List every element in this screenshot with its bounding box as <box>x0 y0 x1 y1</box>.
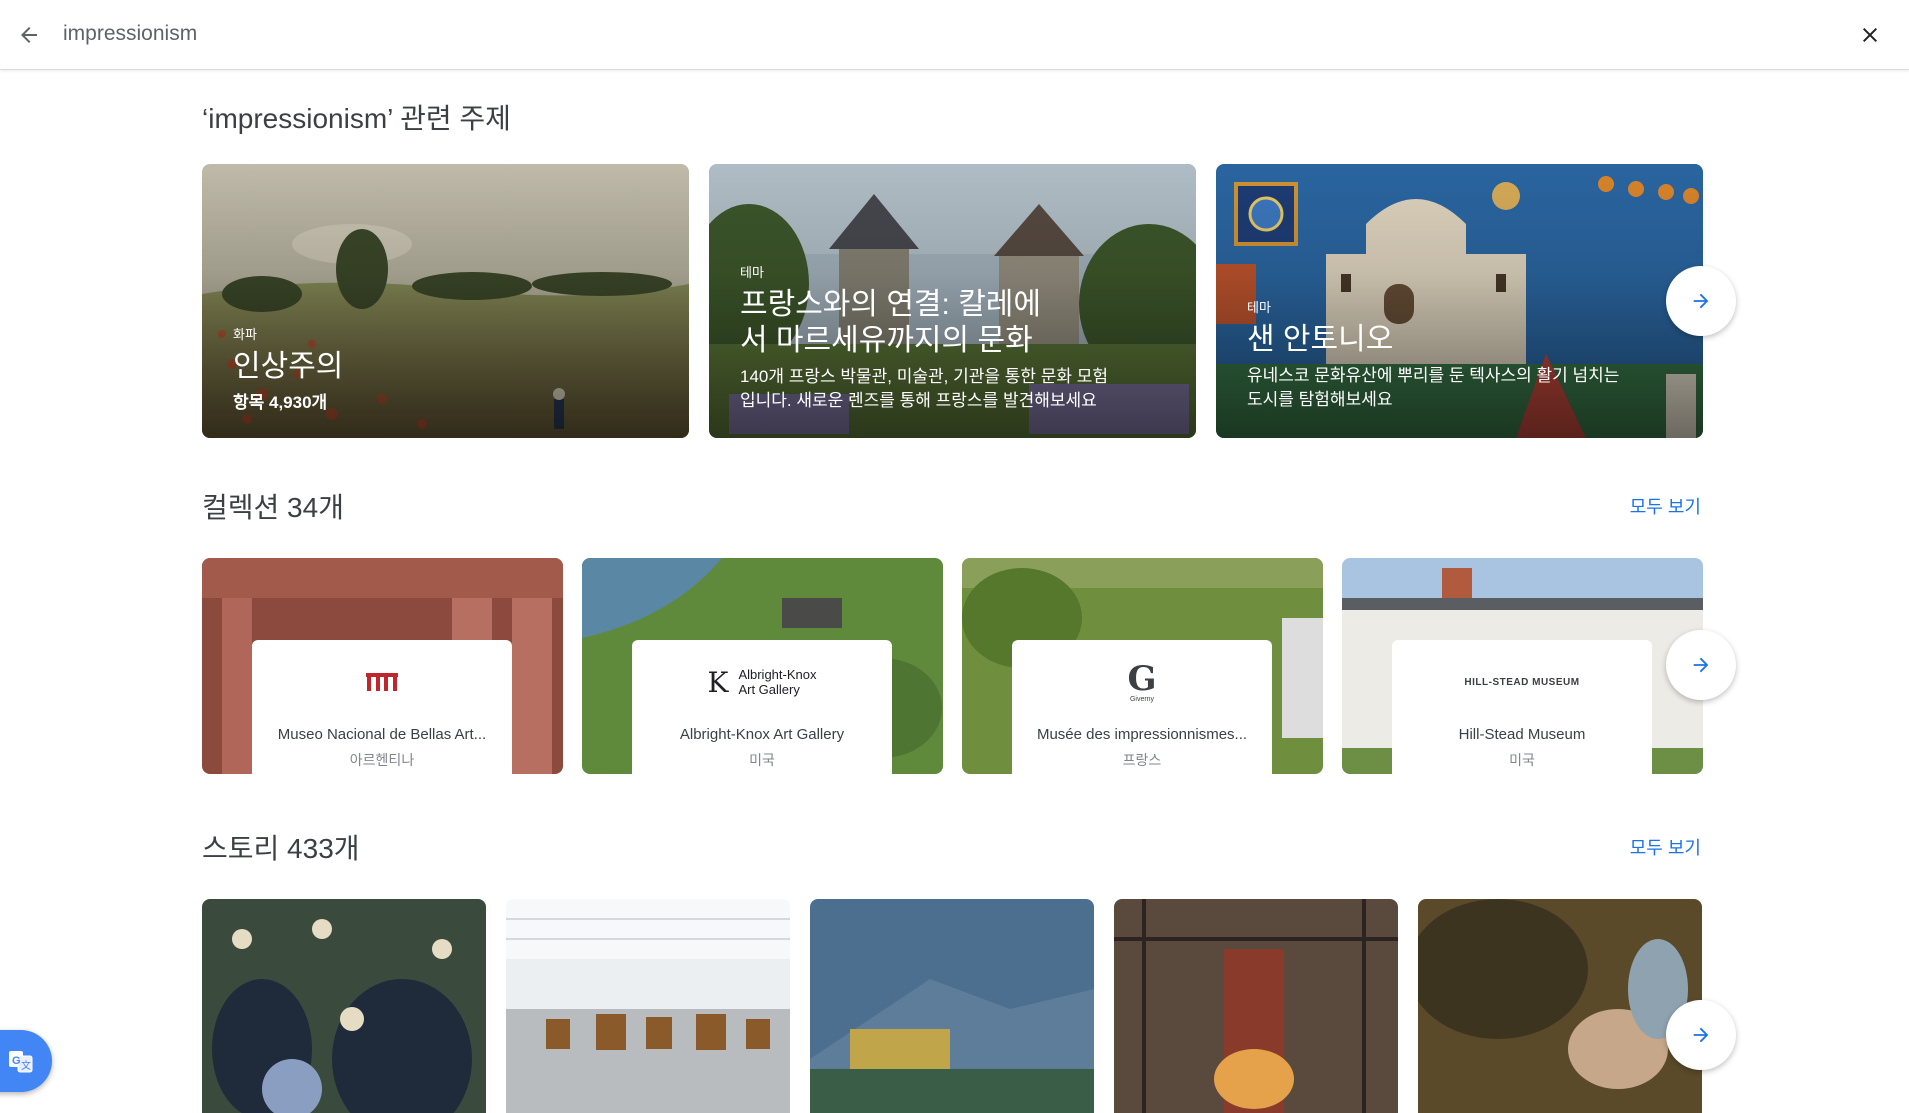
close-button[interactable] <box>1851 16 1889 54</box>
story-image <box>202 899 486 1113</box>
collection-name: Musée des impressionnismes... <box>1036 726 1248 743</box>
arrow-forward-icon <box>1693 657 1709 673</box>
topic-title-line-1: 프랑스와의 연결: 칼레에 <box>740 288 1042 321</box>
story-image <box>1114 899 1398 1113</box>
collection-name: Albright-Knox Art Gallery <box>679 726 845 743</box>
topic-title-line-2: 서 마르세유까지의 문화 <box>740 324 1033 357</box>
story-image <box>506 899 790 1113</box>
topic-description-line-2: 입니다. 새로운 렌즈를 통해 프랑스를 발견해보세요 <box>740 391 1097 410</box>
back-button[interactable] <box>12 18 46 52</box>
topic-description-line-1: 유네스코 문화유산에 뿌리를 둔 텍사스의 활기 넘치는 <box>1247 366 1620 385</box>
story-card[interactable] <box>202 899 486 1113</box>
topic-kicker: 화파 <box>233 327 257 342</box>
collection-name: Museo Nacional de Bellas Art... <box>277 726 487 743</box>
topics-next-button[interactable] <box>1666 266 1736 336</box>
translate-button[interactable]: G 文 <box>0 1030 52 1092</box>
story-image <box>810 899 1094 1113</box>
topic-description-line-1: 140개 프랑스 박물관, 미술관, 기관을 통한 문화 모험 <box>740 367 1109 386</box>
arrow-forward-icon <box>1693 293 1709 309</box>
arrow-forward-icon <box>1693 1027 1709 1043</box>
collections-next-button[interactable] <box>1666 630 1736 700</box>
collection-card-albright-knox[interactable]: K Albright-Knox Art Gallery Albright-Kno… <box>582 558 943 774</box>
svg-text:G: G <box>12 1055 21 1067</box>
collection-country: 미국 <box>1509 752 1535 768</box>
search-query[interactable]: impressionism <box>63 22 197 46</box>
collection-country: 아르헨티나 <box>349 752 415 768</box>
collection-info-panel: G Giverny Musée des impressionnismes... … <box>1012 640 1272 774</box>
collection-info-panel: K Albright-Knox Art Gallery Albright-Kno… <box>632 640 892 774</box>
story-card[interactable] <box>506 899 790 1113</box>
story-card[interactable] <box>810 899 1094 1113</box>
close-icon <box>1863 28 1877 42</box>
museum-logo-icon: HILL-STEAD MUSEUM <box>1464 676 1580 688</box>
story-card[interactable] <box>1418 899 1702 1113</box>
collection-card-musee-impressionnismes[interactable]: G Giverny Musée des impressionnismes... … <box>962 558 1323 774</box>
topic-card-text: 테마 샌 안토니오 유네스코 문화유산에 뿌리를 둔 텍사스의 활기 넘치는 도… <box>1247 297 1679 412</box>
svg-text:文: 文 <box>21 1059 31 1072</box>
topic-kicker: 테마 <box>1247 300 1271 315</box>
topic-card-text: 테마 프랑스와의 연결: 칼레에 서 마르세유까지의 문화 140개 프랑스 박… <box>740 262 1172 413</box>
museum-logo-icon <box>252 660 512 704</box>
collection-card-hill-stead[interactable]: HILL-STEAD MUSEUM Hill-Stead Museum 미국 <box>1342 558 1703 774</box>
arrow-back-icon <box>21 27 37 43</box>
collections-section-title: 컬렉션 34개 <box>202 492 344 523</box>
story-image <box>1418 899 1702 1113</box>
topics-section-title: ‘impressionism’ 관련 주제 <box>202 103 511 134</box>
collection-card-museo-nacional[interactable]: Museo Nacional de Bellas Art... 아르헨티나 <box>202 558 563 774</box>
topic-description-line-2: 도시를 탐험해보세요 <box>1247 390 1393 409</box>
topic-item-count: 항목 4,930개 <box>233 393 328 412</box>
topic-title: 샌 안토니오 <box>1247 323 1394 356</box>
story-card[interactable] <box>1114 899 1398 1113</box>
translate-icon: G 文 <box>9 1051 33 1073</box>
topic-kicker: 테마 <box>740 265 764 280</box>
collections-see-all-link[interactable]: 모두 보기 <box>1630 493 1701 519</box>
topic-card-text: 화파 인상주의 항목 4,930개 <box>233 324 665 415</box>
collection-country: 프랑스 <box>1122 752 1162 768</box>
search-header: impressionism <box>0 0 1909 70</box>
topic-card-france[interactable]: 테마 프랑스와의 연결: 칼레에 서 마르세유까지의 문화 140개 프랑스 박… <box>709 164 1196 438</box>
museum-logo-icon: G Giverny <box>1127 658 1157 703</box>
collection-info-panel: HILL-STEAD MUSEUM Hill-Stead Museum 미국 <box>1392 640 1652 774</box>
topic-card-impressionism[interactable]: 화파 인상주의 항목 4,930개 <box>202 164 689 438</box>
collection-info-panel: Museo Nacional de Bellas Art... 아르헨티나 <box>252 640 512 774</box>
stories-section-title: 스토리 433개 <box>202 833 360 864</box>
collection-country: 미국 <box>749 752 775 768</box>
topic-title: 인상주의 <box>233 350 344 383</box>
stories-see-all-link[interactable]: 모두 보기 <box>1630 834 1701 860</box>
museum-logo-icon: K Albright-Knox Art Gallery <box>707 665 817 699</box>
topic-card-san-antonio[interactable]: 테마 샌 안토니오 유네스코 문화유산에 뿌리를 둔 텍사스의 활기 넘치는 도… <box>1216 164 1703 438</box>
stories-next-button[interactable] <box>1666 1000 1736 1070</box>
collection-name: Hill-Stead Museum <box>1458 726 1586 743</box>
